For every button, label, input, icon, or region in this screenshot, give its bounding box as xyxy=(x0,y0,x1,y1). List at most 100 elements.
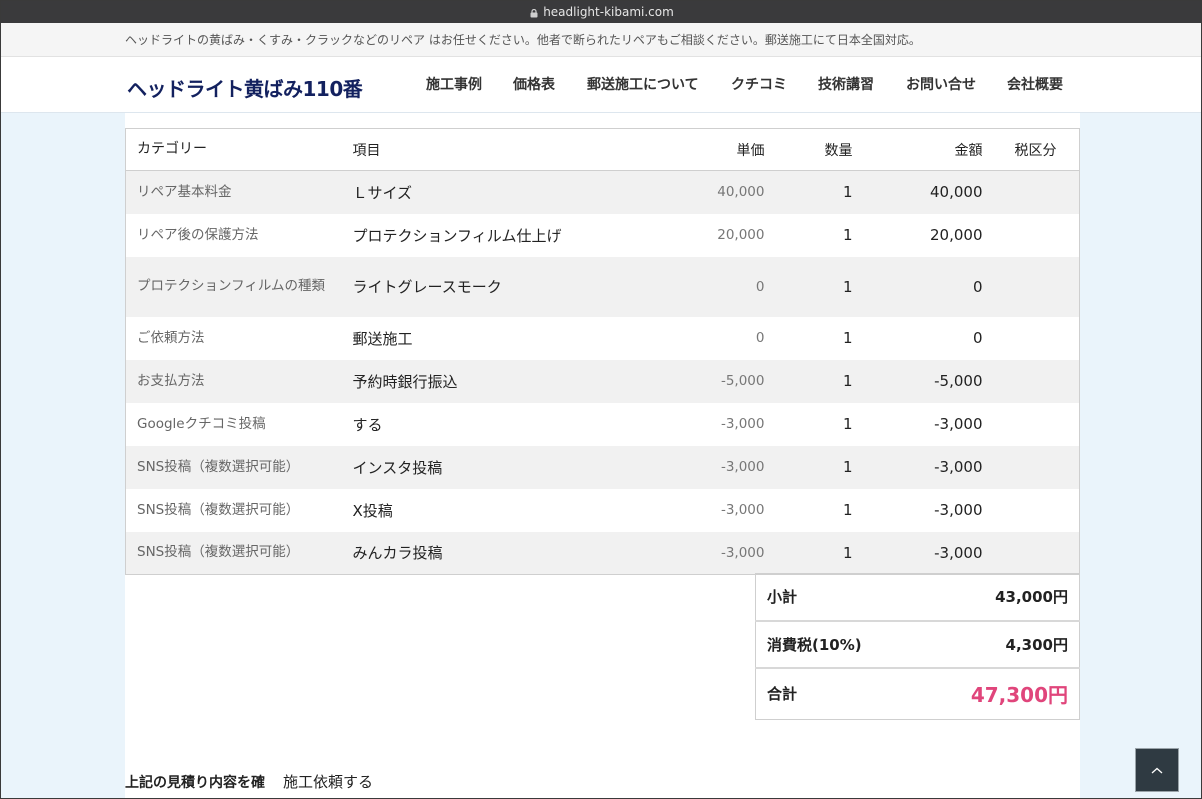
row-item: ライトグレースモーク xyxy=(341,256,642,317)
row-quantity: 1 xyxy=(765,316,853,360)
row-category: SNS投稿（複数選択可能） xyxy=(125,531,342,575)
row-quantity: 1 xyxy=(765,213,853,257)
table-row: お支払方法 予約時銀行振込 -5,000 1 -5,000 xyxy=(125,359,1080,403)
total-label: 合計 xyxy=(755,667,916,720)
nav-item-works[interactable]: 施工事例 xyxy=(426,74,482,94)
row-tax xyxy=(982,488,1080,532)
col-header-tax: 税区分 xyxy=(982,128,1080,171)
total-row: 合計 47,300円 xyxy=(755,667,1080,720)
row-tax xyxy=(982,402,1080,446)
row-category: SNS投稿（複数選択可能） xyxy=(125,488,342,532)
row-item: プロテクションフィルム仕上げ xyxy=(341,213,642,257)
table-row: Googleクチコミ投稿 する -3,000 1 -3,000 xyxy=(125,402,1080,446)
table-row: プロテクションフィルムの種類 ライトグレースモーク 0 1 0 xyxy=(125,256,1080,317)
table-row: SNS投稿（複数選択可能） X投稿 -3,000 1 -3,000 xyxy=(125,488,1080,532)
browser-window: headlight-kibami.com ヘッドライトの黄ばみ・くすみ・クラック… xyxy=(0,0,1202,799)
total-value: 47,300円 xyxy=(915,667,1080,720)
estimate-content: カテゴリー 項目 単価 数量 金額 税区分 リペア基本料金 Ｌサイズ 40,00… xyxy=(125,113,1080,798)
row-quantity: 1 xyxy=(765,170,853,214)
row-item: みんカラ投稿 xyxy=(341,531,642,575)
tax-row: 消費税(10%) 4,300円 xyxy=(755,620,1080,669)
row-unit-price: 40,000 xyxy=(641,170,766,214)
nav-item-contact[interactable]: お問い合せ xyxy=(906,74,976,94)
row-category: プロテクションフィルムの種類 xyxy=(125,256,342,317)
row-quantity: 1 xyxy=(765,359,853,403)
row-quantity: 1 xyxy=(765,531,853,575)
col-header-category: カテゴリー xyxy=(125,128,342,171)
row-amount: 20,000 xyxy=(852,213,983,257)
row-amount: -3,000 xyxy=(852,445,983,489)
request-service-button[interactable]: 施工依頼する xyxy=(283,773,373,791)
row-item: インスタ投稿 xyxy=(341,445,642,489)
row-category: SNS投稿（複数選択可能） xyxy=(125,445,342,489)
row-tax xyxy=(982,256,1080,317)
row-category: リペア基本料金 xyxy=(125,170,342,214)
row-unit-price: 0 xyxy=(641,316,766,360)
row-item: 郵送施工 xyxy=(341,316,642,360)
nav-item-training[interactable]: 技術講習 xyxy=(818,74,874,94)
table-row: SNS投稿（複数選択可能） インスタ投稿 -3,000 1 -3,000 xyxy=(125,445,1080,489)
col-header-quantity: 数量 xyxy=(765,128,853,171)
row-category: お支払方法 xyxy=(125,359,342,403)
row-item: Ｌサイズ xyxy=(341,170,642,214)
nav-item-reviews[interactable]: クチコミ xyxy=(731,74,787,94)
table-header-row: カテゴリー 項目 単価 数量 金額 税区分 xyxy=(125,128,1080,171)
row-tax xyxy=(982,213,1080,257)
row-amount: 40,000 xyxy=(852,170,983,214)
row-quantity: 1 xyxy=(765,488,853,532)
row-unit-price: -3,000 xyxy=(641,402,766,446)
row-tax xyxy=(982,445,1080,489)
address-bar[interactable]: headlight-kibami.com xyxy=(1,1,1201,23)
row-tax xyxy=(982,316,1080,360)
row-amount: -5,000 xyxy=(852,359,983,403)
row-category: ご依頼方法 xyxy=(125,316,342,360)
back-to-top-button[interactable] xyxy=(1135,748,1179,792)
row-item: する xyxy=(341,402,642,446)
confirm-text: 上記の見積り内容を確 xyxy=(125,775,265,791)
site-logo[interactable]: ヘッドライト黄ばみ110番 xyxy=(127,73,363,102)
row-quantity: 1 xyxy=(765,256,853,317)
lock-icon xyxy=(530,7,538,18)
col-header-item: 項目 xyxy=(341,128,642,171)
col-header-amount: 金額 xyxy=(852,128,983,171)
row-amount: 0 xyxy=(852,316,983,360)
row-unit-price: -3,000 xyxy=(641,445,766,489)
row-unit-price: -5,000 xyxy=(641,359,766,403)
nav-item-company[interactable]: 会社概要 xyxy=(1007,74,1063,94)
row-unit-price: -3,000 xyxy=(641,531,766,575)
row-tax xyxy=(982,170,1080,214)
row-quantity: 1 xyxy=(765,445,853,489)
table-row: リペア後の保護方法 プロテクションフィルム仕上げ 20,000 1 20,000 xyxy=(125,213,1080,257)
row-tax xyxy=(982,359,1080,403)
row-category: リペア後の保護方法 xyxy=(125,213,342,257)
top-notice: ヘッドライトの黄ばみ・くすみ・クラックなどのリペア はお任せください。他者で断ら… xyxy=(1,23,1201,57)
nav-item-prices[interactable]: 価格表 xyxy=(513,74,555,94)
row-amount: -3,000 xyxy=(852,402,983,446)
url-text: headlight-kibami.com xyxy=(543,5,674,19)
subtotal-label: 小計 xyxy=(755,573,916,622)
table-row: ご依頼方法 郵送施工 0 1 0 xyxy=(125,316,1080,360)
row-item: 予約時銀行振込 xyxy=(341,359,642,403)
row-amount: -3,000 xyxy=(852,488,983,532)
subtotal-value: 43,000円 xyxy=(915,573,1080,622)
row-unit-price: 20,000 xyxy=(641,213,766,257)
row-amount: 0 xyxy=(852,256,983,317)
col-header-unit-price: 単価 xyxy=(641,128,766,171)
table-row: リペア基本料金 Ｌサイズ 40,000 1 40,000 xyxy=(125,170,1080,214)
row-unit-price: -3,000 xyxy=(641,488,766,532)
tax-label: 消費税(10%) xyxy=(755,620,916,669)
row-category: Googleクチコミ投稿 xyxy=(125,402,342,446)
nav-item-mail-service[interactable]: 郵送施工について xyxy=(587,74,699,94)
row-unit-price: 0 xyxy=(641,256,766,317)
notice-text: ヘッドライトの黄ばみ・くすみ・クラックなどのリペア はお任せください。他者で断ら… xyxy=(125,33,921,47)
subtotal-row: 小計 43,000円 xyxy=(755,573,1080,622)
row-quantity: 1 xyxy=(765,402,853,446)
row-tax xyxy=(982,531,1080,575)
tax-value: 4,300円 xyxy=(915,620,1080,669)
site-header: ヘッドライト黄ばみ110番 施工事例 価格表 郵送施工について クチコミ 技術講… xyxy=(1,57,1201,113)
estimate-table: カテゴリー 項目 単価 数量 金額 税区分 リペア基本料金 Ｌサイズ 40,00… xyxy=(125,128,1080,575)
totals-table: 小計 43,000円 消費税(10%) 4,300円 合計 47,300円 xyxy=(755,573,1080,720)
chevron-up-icon xyxy=(1150,761,1164,780)
row-item: X投稿 xyxy=(341,488,642,532)
table-row: SNS投稿（複数選択可能） みんカラ投稿 -3,000 1 -3,000 xyxy=(125,531,1080,575)
